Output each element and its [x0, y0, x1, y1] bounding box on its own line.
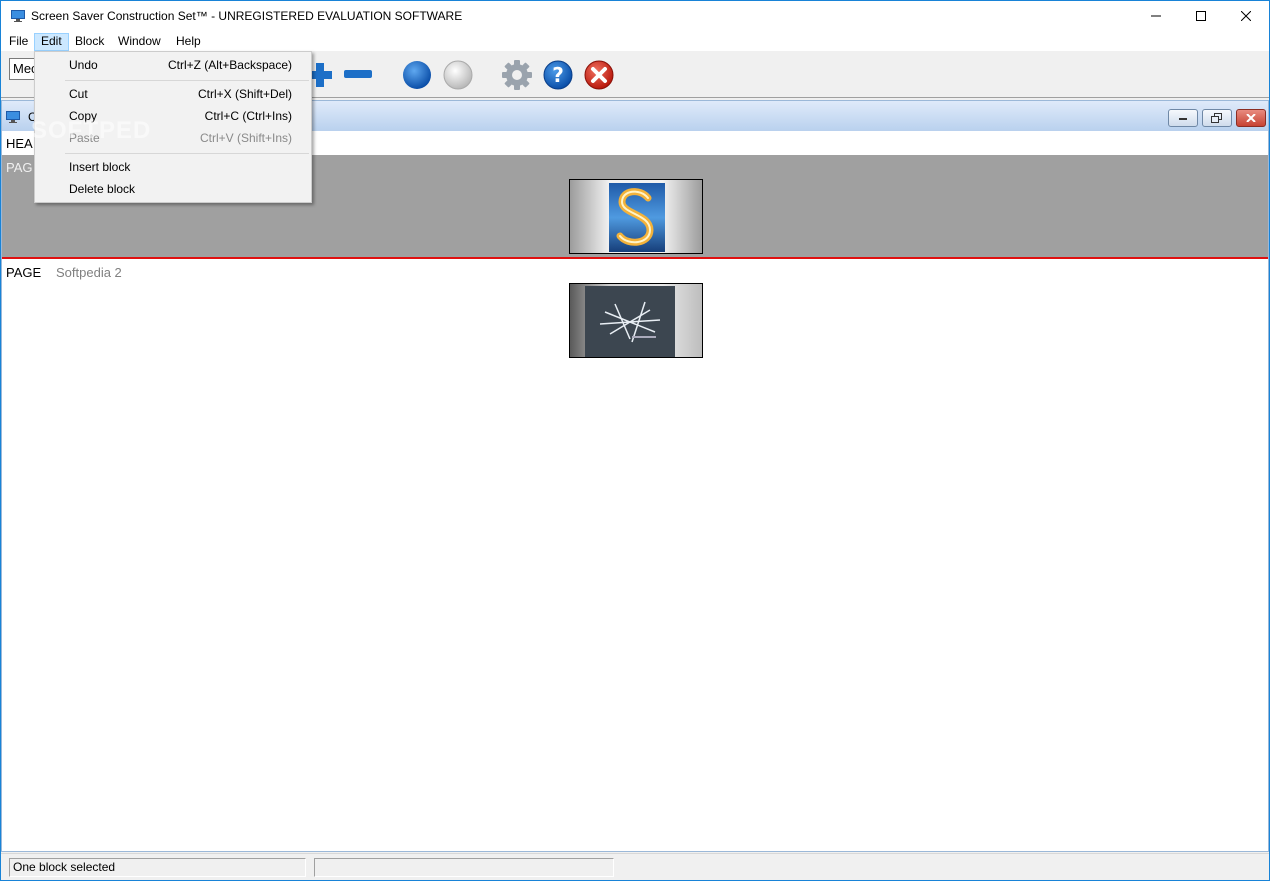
exit-icon[interactable]: [583, 59, 615, 91]
menu-separator: [65, 153, 309, 154]
title-bar[interactable]: Screen Saver Construction Set™ - UNREGIS…: [1, 1, 1269, 31]
settings-gear-icon[interactable]: [501, 59, 533, 91]
menu-bar: File Edit Block Window Help: [1, 31, 1269, 51]
white-circle-icon[interactable]: [442, 59, 474, 91]
menu-file[interactable]: File: [3, 33, 34, 51]
app-window: Screen Saver Construction Set™ - UNREGIS…: [0, 0, 1270, 881]
page-block-label: PAGE: [6, 265, 42, 280]
remove-icon[interactable]: [344, 69, 372, 79]
doc-minimize-button[interactable]: [1168, 109, 1198, 127]
page-thumbnail[interactable]: [569, 179, 703, 254]
help-icon[interactable]: ?: [542, 59, 574, 91]
menu-item-insert-block[interactable]: Insert block: [35, 156, 311, 178]
menu-window[interactable]: Window: [112, 33, 167, 51]
menu-block[interactable]: Block: [69, 33, 110, 51]
doc-close-button[interactable]: [1236, 109, 1266, 127]
minimize-icon: [1151, 15, 1161, 17]
maximize-icon: [1196, 11, 1206, 21]
close-icon: [1246, 114, 1256, 122]
status-panel-secondary: [314, 858, 614, 877]
status-panel-selection: One block selected: [9, 858, 306, 877]
page-block-name: Softpedia 2: [56, 265, 122, 280]
page-block-label: PAG: [6, 160, 33, 175]
maximize-button[interactable]: [1178, 1, 1224, 31]
watermark-text: SOFTPED: [31, 117, 152, 144]
menu-edit[interactable]: Edit: [34, 33, 69, 51]
menu-item-cut[interactable]: Cut Ctrl+X (Shift+Del): [35, 83, 311, 105]
page-thumbnail[interactable]: [569, 283, 703, 358]
menu-help[interactable]: Help: [170, 33, 207, 51]
status-bar: One block selected: [1, 853, 1269, 880]
menu-separator: [65, 80, 309, 81]
monitor-icon: [11, 10, 25, 22]
document-content: HEA PAG PAGE Softpedia 2: [2, 131, 1268, 851]
page-block[interactable]: PAGE Softpedia 2: [2, 261, 1268, 371]
close-button[interactable]: [1223, 1, 1269, 31]
softpedia-s-image: [609, 183, 665, 252]
crystal-image: [585, 286, 675, 357]
doc-restore-button[interactable]: [1202, 109, 1232, 127]
restore-icon: [1211, 113, 1222, 123]
blue-circle-icon[interactable]: [401, 59, 433, 91]
minimize-icon: [1179, 118, 1187, 120]
header-block-label: HEA: [6, 136, 33, 151]
window-title: Screen Saver Construction Set™ - UNREGIS…: [31, 9, 463, 23]
close-icon: [1241, 11, 1251, 21]
svg-text:?: ?: [552, 63, 564, 87]
document-window: C HEA PAG PAGE Softpedia 2: [1, 100, 1269, 852]
menu-item-delete-block[interactable]: Delete block: [35, 178, 311, 200]
menu-item-undo[interactable]: Undo Ctrl+Z (Alt+Backspace): [35, 54, 311, 76]
monitor-icon: [6, 111, 20, 123]
minimize-button[interactable]: [1133, 1, 1179, 31]
